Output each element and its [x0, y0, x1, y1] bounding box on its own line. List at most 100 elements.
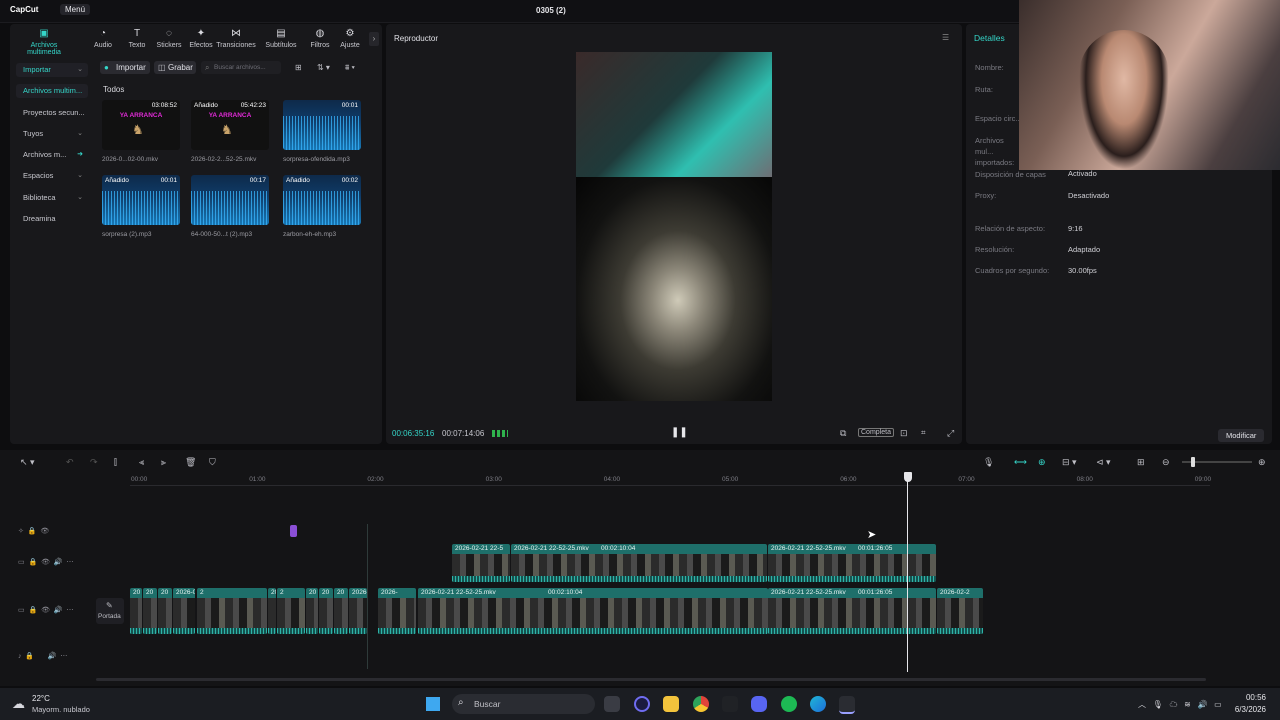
zoom-slider-handle[interactable]	[1191, 457, 1195, 467]
align-icon[interactable]: ⊲ ▾	[1096, 457, 1111, 468]
timeline-clip[interactable]: 2026-02-2	[937, 588, 983, 634]
timeline-clip[interactable]: 2026-02-21 22-52-25.mkv 00:01:26:05	[768, 544, 936, 582]
filter-icon[interactable]: ⩩ ▾	[345, 63, 355, 73]
webcam-overlay-frame	[576, 52, 772, 177]
chrome-icon[interactable]	[693, 696, 709, 712]
video-preview[interactable]	[576, 52, 772, 401]
file-explorer-icon[interactable]	[663, 696, 679, 712]
redo-icon[interactable]: ↷	[90, 457, 98, 468]
caption-icon[interactable]: ⊞	[1137, 457, 1145, 468]
playhead-handle[interactable]	[904, 472, 912, 482]
sidebar-item-5[interactable]: Espacios ⌄	[16, 169, 88, 183]
sidebar-item-6[interactable]: Biblioteca ⌄	[16, 191, 88, 205]
grid-view-icon[interactable]: ⊞	[295, 63, 302, 72]
sidebar-item-2[interactable]: Proyectos secun...	[16, 106, 88, 120]
timeline-clip[interactable]: 2026-02-21 22-52-25.mkv 00:02:10:04	[418, 588, 768, 634]
media-duration: 00:02	[341, 177, 358, 184]
tool-tab-media[interactable]: ▣ Archivos multimedia	[14, 28, 74, 56]
windows-start-icon[interactable]	[426, 697, 440, 711]
tool-tab-effects[interactable]: ✦ Efectos	[181, 28, 221, 49]
clip-thumbnails	[768, 554, 936, 576]
task-view-icon[interactable]	[604, 696, 620, 712]
menu-button[interactable]: Menú	[60, 4, 91, 15]
timeline-clip[interactable]: 20	[130, 588, 142, 634]
timecode-format-icon[interactable]	[492, 430, 508, 437]
fullscreen-icon[interactable]: ⤢	[947, 428, 954, 439]
resolution-icon[interactable]: ⌗	[921, 428, 926, 438]
weather-icon[interactable]: ☁	[12, 696, 25, 712]
media-card[interactable]: 00:01 Añadido	[102, 175, 180, 225]
timeline-clip[interactable]: 2	[197, 588, 267, 634]
timeline-clip[interactable]: 2026-	[378, 588, 416, 634]
capcut-taskbar-icon[interactable]	[722, 696, 738, 712]
modify-button[interactable]: Modificar	[1218, 429, 1265, 442]
spotify-icon[interactable]	[781, 696, 797, 712]
timeline-clip[interactable]: 20	[143, 588, 157, 634]
shield-icon[interactable]: ⛉	[209, 457, 216, 468]
weather-temp[interactable]: 22°C	[32, 694, 50, 703]
split-right-icon[interactable]: ⫸	[161, 457, 166, 468]
tool-tab-label: Subtítulos	[265, 42, 297, 49]
tool-tab-transition[interactable]: ⋈ Transiciones	[216, 28, 256, 49]
crop-icon[interactable]: ⧉	[840, 428, 846, 439]
screenshot-icon[interactable]: ⊡	[900, 428, 908, 439]
media-card[interactable]: 00:02 Añadido	[283, 175, 361, 225]
timeline-clip[interactable]: 20	[319, 588, 333, 634]
zoom-out-icon[interactable]: ⊖	[1162, 457, 1170, 468]
tray-icons[interactable]: ︿ 🎙 ☁ ≋ 🔊 ▭	[1138, 699, 1222, 710]
microphone-icon[interactable]: 🎙	[983, 457, 994, 468]
timeline-clip[interactable]: 2	[277, 588, 305, 634]
timeline-clip[interactable]: 2026-	[268, 588, 276, 634]
timeline-clip[interactable]: 20	[158, 588, 172, 634]
clip-audio-wave	[452, 576, 510, 582]
sidebar-item-3[interactable]: Tuyos ⌄	[16, 127, 88, 141]
clip-thumbnails	[349, 598, 367, 628]
weather-desc[interactable]: Mayorm. nublado	[32, 705, 90, 714]
import-button-label: Importar	[116, 63, 146, 72]
media-card[interactable]: YA ARRANCA ♞ 05:42:23 Añadido	[191, 100, 269, 150]
discord-icon[interactable]	[751, 696, 767, 712]
chevron-down-icon: ⌄	[77, 194, 83, 201]
clock-time[interactable]: 00:56	[1218, 693, 1266, 702]
sidebar-item-4[interactable]: Archivos m... ➜	[16, 148, 88, 162]
ratio-select[interactable]: Completa	[858, 428, 894, 437]
detail-value: 30.00fps	[1068, 266, 1097, 275]
undo-icon[interactable]: ↶	[66, 457, 74, 468]
app-circle-icon[interactable]	[634, 696, 650, 712]
edge-icon[interactable]	[810, 696, 826, 712]
zoom-in-icon[interactable]: ⊕	[1258, 457, 1266, 468]
timeline-scrollbar[interactable]	[96, 678, 1206, 681]
sticker-clip[interactable]	[290, 525, 297, 537]
media-card[interactable]: 00:17	[191, 175, 269, 225]
tool-tab-adjust[interactable]: ⚙ Ajuste	[330, 28, 370, 49]
timeline-clip[interactable]: 2026-02-21 22-52-25.mkv 00:01:26:05	[768, 588, 936, 634]
details-tab[interactable]: Detalles	[974, 33, 1005, 43]
select-tool-icon[interactable]: ↖ ▾	[20, 457, 35, 468]
tool-tab-subtitle[interactable]: ▤ Subtítulos	[261, 28, 301, 49]
timeline-clip[interactable]: 20	[306, 588, 318, 634]
timeline-clip[interactable]: 2026-02-21 22-5	[452, 544, 510, 582]
sort-icon[interactable]: ⇅ ▾	[317, 63, 330, 72]
player-menu-icon[interactable]: ☰	[942, 33, 949, 42]
timeline-clip[interactable]: 20	[334, 588, 348, 634]
timeline-clip[interactable]: 2026-02-21 22-52-25.mkv 00:02:10:04	[511, 544, 767, 582]
pause-icon[interactable]: ❚❚	[671, 427, 688, 438]
delete-icon[interactable]: 🗑	[185, 457, 196, 468]
media-card[interactable]: 00:01	[283, 100, 361, 150]
capcut-active-icon[interactable]	[839, 696, 855, 714]
playhead-line[interactable]	[907, 480, 908, 672]
clock-date[interactable]: 6/3/2026	[1218, 705, 1266, 714]
split-icon[interactable]: ⫿	[114, 457, 117, 468]
media-card[interactable]: YA ARRANCA ♞ 03:08:52	[102, 100, 180, 150]
toolbar-next-icon[interactable]: ›	[369, 32, 379, 46]
sidebar-item-1[interactable]: Archivos multim...	[16, 84, 88, 98]
sidebar-item-7[interactable]: Dreamina	[16, 212, 88, 226]
magnet-icon[interactable]: ⊕	[1038, 457, 1046, 468]
timeline-clip[interactable]: 2026-02-21 22-5	[173, 588, 195, 634]
sidebar-item-0[interactable]: Importar ⌄	[16, 63, 88, 77]
link-icon[interactable]: ⟷	[1014, 457, 1027, 468]
preview-axis-icon[interactable]: ⊟ ▾	[1062, 457, 1077, 468]
split-left-icon[interactable]: ⫷	[139, 457, 144, 468]
timeline-clip[interactable]: 2026-	[349, 588, 367, 634]
record-button-label: Grabar	[168, 63, 193, 72]
